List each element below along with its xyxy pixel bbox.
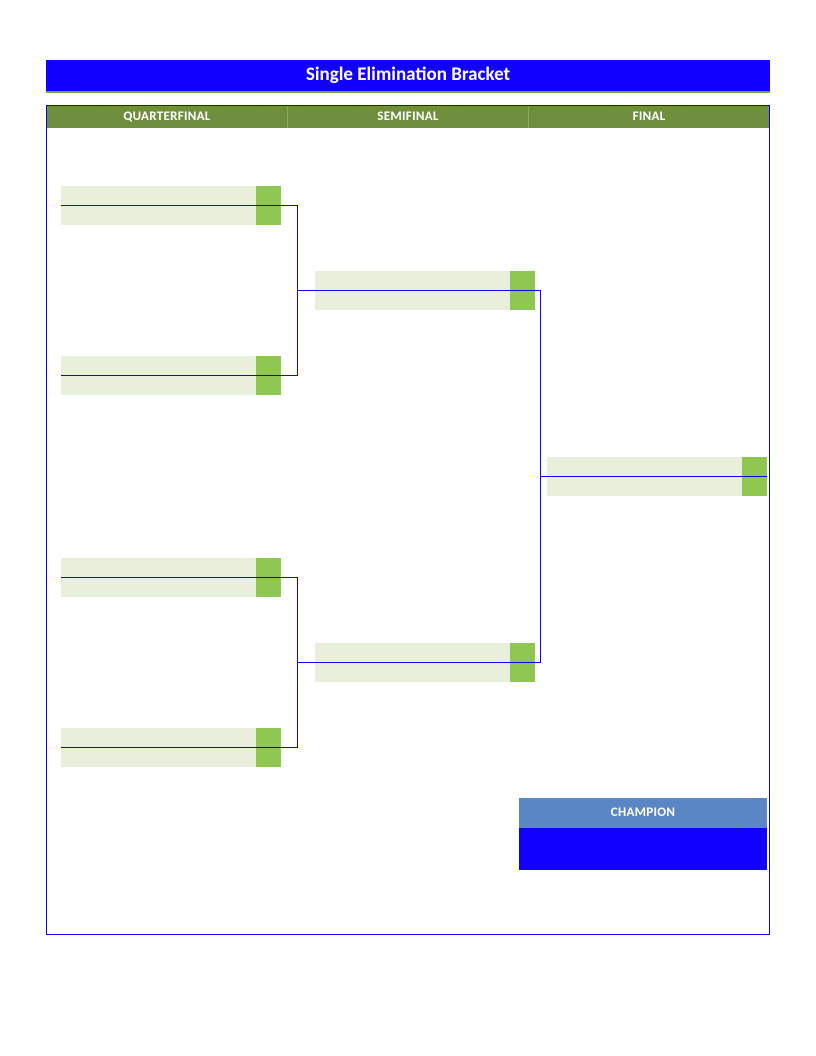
connector	[281, 375, 298, 376]
sf2-score1[interactable]	[510, 643, 535, 662]
qf1-score1[interactable]	[256, 186, 281, 205]
qf3-player2[interactable]	[61, 578, 256, 597]
qf4-player1[interactable]	[61, 728, 256, 747]
connector	[297, 290, 315, 291]
qf3-player1[interactable]	[61, 558, 256, 577]
connector	[540, 476, 547, 477]
bracket-area: CHAMPION	[47, 128, 769, 936]
final-player1[interactable]	[547, 457, 742, 476]
sf2-player1[interactable]	[315, 643, 510, 662]
column-header-final: FINAL	[529, 106, 769, 128]
match-qf4	[61, 728, 281, 766]
champion-label: CHAMPION	[519, 798, 767, 828]
qf2-player2[interactable]	[61, 376, 256, 395]
column-header-qf: QUARTERFINAL	[47, 106, 288, 128]
match-qf1	[61, 186, 281, 224]
qf3-score1[interactable]	[256, 558, 281, 577]
match-sf1	[315, 271, 535, 309]
connector	[297, 662, 315, 663]
match-qf2	[61, 356, 281, 394]
qf1-score2[interactable]	[256, 206, 281, 225]
page-title: Single Elimination Bracket	[46, 60, 770, 93]
champion-name[interactable]	[519, 828, 767, 870]
final-score1[interactable]	[742, 457, 767, 476]
bracket-container: QUARTERFINAL SEMIFINAL FINAL	[46, 105, 770, 935]
qf4-score1[interactable]	[256, 728, 281, 747]
qf4-player2[interactable]	[61, 748, 256, 767]
qf2-player1[interactable]	[61, 356, 256, 375]
sf1-player1[interactable]	[315, 271, 510, 290]
sf1-score1[interactable]	[510, 271, 535, 290]
qf1-player2[interactable]	[61, 206, 256, 225]
connector	[281, 205, 298, 206]
qf1-player1[interactable]	[61, 186, 256, 205]
column-header-sf: SEMIFINAL	[288, 106, 529, 128]
champion-box: CHAMPION	[519, 798, 767, 870]
match-qf3	[61, 558, 281, 596]
sf1-player2[interactable]	[315, 291, 510, 310]
match-final	[547, 457, 767, 495]
sf2-score2[interactable]	[510, 663, 535, 682]
match-sf2	[315, 643, 535, 681]
connector	[281, 577, 298, 578]
column-headers: QUARTERFINAL SEMIFINAL FINAL	[47, 106, 769, 128]
final-score2[interactable]	[742, 477, 767, 496]
qf2-score1[interactable]	[256, 356, 281, 375]
qf4-score2[interactable]	[256, 748, 281, 767]
qf2-score2[interactable]	[256, 376, 281, 395]
sf1-score2[interactable]	[510, 291, 535, 310]
connector	[281, 747, 298, 748]
final-player2[interactable]	[547, 477, 742, 496]
sf2-player2[interactable]	[315, 663, 510, 682]
qf3-score2[interactable]	[256, 578, 281, 597]
